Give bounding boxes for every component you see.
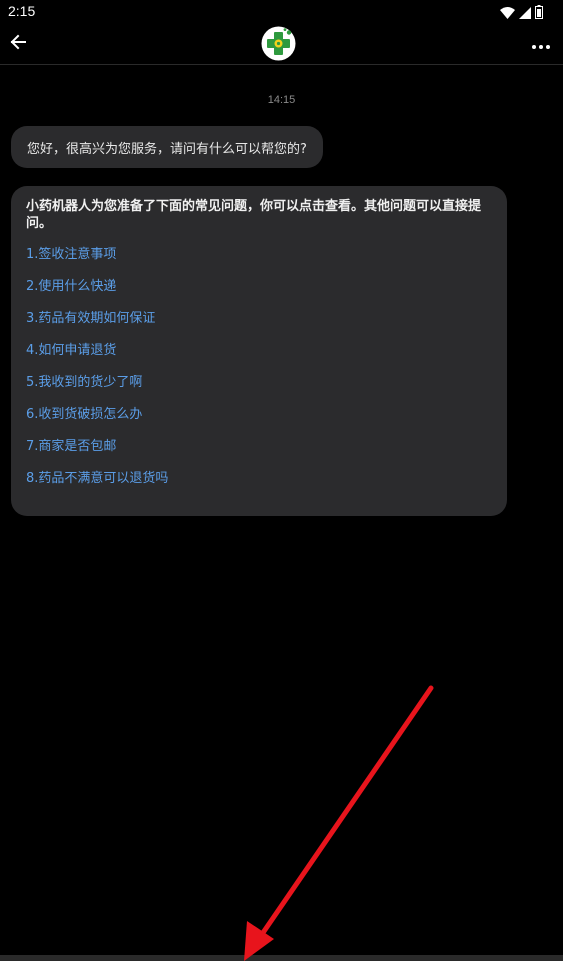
app-bar bbox=[0, 24, 563, 65]
faq-item[interactable]: 7.商家是否包邮 bbox=[26, 438, 491, 470]
faq-item[interactable]: 6.收到货破损怎么办 bbox=[26, 406, 491, 438]
faq-item[interactable]: 2.使用什么快递 bbox=[26, 278, 491, 310]
back-button[interactable] bbox=[4, 30, 32, 58]
faq-item[interactable]: 4.如何申请退货 bbox=[26, 342, 491, 374]
more-button[interactable] bbox=[527, 30, 555, 58]
signal-icon bbox=[519, 4, 531, 23]
arrow-left-icon bbox=[10, 34, 26, 54]
status-icons bbox=[500, 4, 543, 23]
faq-item[interactable]: 8.药品不满意可以退货吗 bbox=[26, 470, 491, 502]
chat-area[interactable]: 14:15 您好，很高兴为您服务，请问有什么可以帮您的? 小药机器人为您准备了下… bbox=[0, 65, 563, 955]
faq-message: 小药机器人为您准备了下面的常见问题，你可以点击查看。其他问题可以直接提问。 1.… bbox=[11, 186, 507, 516]
greeting-message: 您好，很高兴为您服务，请问有什么可以帮您的? bbox=[11, 126, 323, 168]
faq-intro-text: 小药机器人为您准备了下面的常见问题，你可以点击查看。其他问题可以直接提问。 bbox=[26, 199, 482, 231]
status-time: 2:15 bbox=[8, 3, 36, 19]
pharmacy-cross-logo bbox=[261, 26, 296, 61]
wifi-icon bbox=[500, 4, 515, 23]
greeting-text: 您好，很高兴为您服务，请问有什么可以帮您的? bbox=[27, 141, 307, 157]
faq-item[interactable]: 3.药品有效期如何保证 bbox=[26, 310, 491, 342]
status-bar: 2:15 bbox=[0, 0, 563, 24]
message-timestamp: 14:15 bbox=[267, 94, 296, 106]
more-horizontal-icon bbox=[531, 35, 551, 54]
faq-item[interactable]: 1.签收注意事项 bbox=[26, 246, 491, 278]
bottom-input-bar[interactable] bbox=[0, 955, 563, 961]
faq-item[interactable]: 5.我收到的货少了啊 bbox=[26, 374, 491, 406]
faq-list: 1.签收注意事项 2.使用什么快递 3.药品有效期如何保证 4.如何申请退货 5… bbox=[26, 246, 491, 502]
battery-icon bbox=[535, 4, 543, 23]
